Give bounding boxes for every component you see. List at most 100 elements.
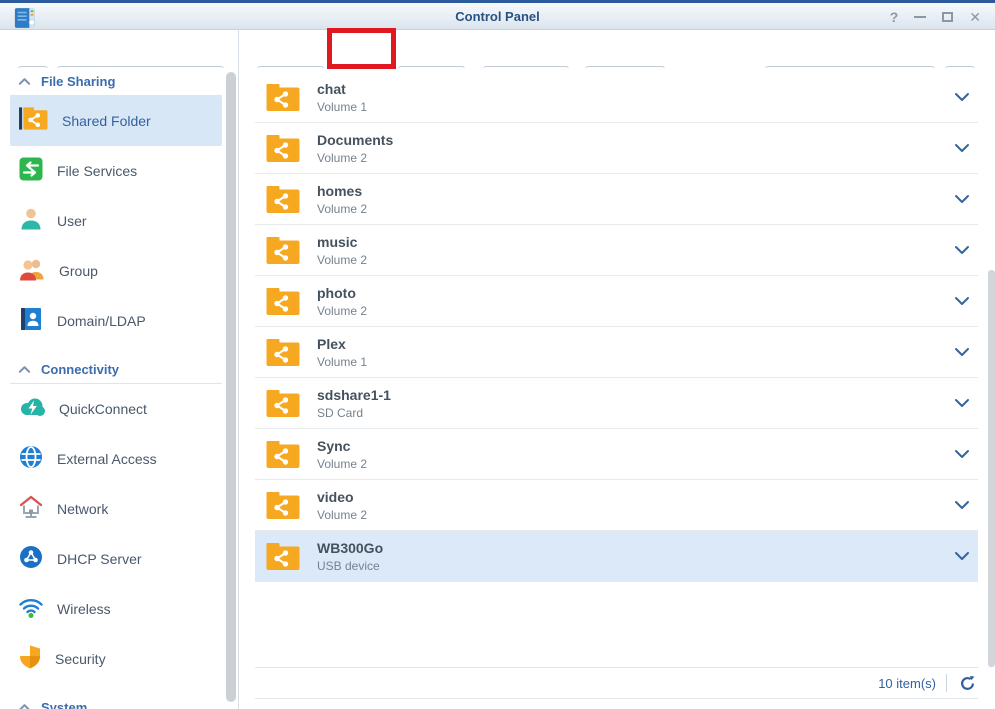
sidebar-item-label: DHCP Server (57, 551, 142, 567)
network-icon (18, 494, 44, 525)
sidebar-item-label: File Services (57, 163, 137, 179)
domain-ldap-icon (18, 306, 44, 337)
folder-text: chat Volume 1 (317, 81, 367, 114)
sidebar-item-quickconnect[interactable]: QuickConnect (10, 384, 222, 434)
sidebar-item-security[interactable]: Security (10, 634, 222, 684)
chevron-down-icon[interactable] (954, 143, 970, 153)
folder-location: Volume 2 (317, 253, 367, 267)
sidebar: File Sharing Shared Folder (0, 68, 238, 709)
maximize-icon[interactable] (942, 12, 953, 22)
sidebar-section-connectivity[interactable]: Connectivity (0, 356, 238, 383)
shared-folder-icon (265, 133, 301, 164)
folder-name: Sync (317, 438, 367, 454)
folder-location: Volume 2 (317, 304, 367, 318)
folder-name: photo (317, 285, 367, 301)
sidebar-item-label: Group (59, 263, 98, 279)
folder-location: Volume 1 (317, 100, 367, 114)
window-controls: ? ✕ (890, 3, 981, 30)
sidebar-item-external-access[interactable]: External Access (10, 434, 222, 484)
folder-location: USB device (317, 559, 383, 573)
section-label: System (41, 700, 87, 709)
toolbar: Create Edit Delete Encryption Action (0, 30, 995, 68)
chevron-down-icon[interactable] (954, 500, 970, 510)
refresh-button[interactable] (957, 673, 978, 694)
shared-folder-icon (265, 541, 301, 572)
chevron-down-icon[interactable] (954, 551, 970, 561)
titlebar: Control Panel ? ✕ (0, 0, 995, 30)
help-icon[interactable]: ? (890, 10, 899, 24)
shared-folder-icon (18, 105, 49, 137)
divider (946, 674, 947, 692)
folder-name: chat (317, 81, 367, 97)
close-icon[interactable]: ✕ (969, 10, 981, 24)
shared-folder-row[interactable]: sdshare1-1 SD Card (255, 378, 978, 429)
chevron-up-icon (18, 699, 31, 709)
sidebar-item-label: User (57, 213, 87, 229)
chevron-down-icon[interactable] (954, 347, 970, 357)
folder-location: Volume 2 (317, 151, 393, 165)
main-scrollbar[interactable] (988, 270, 995, 667)
refresh-icon (959, 675, 976, 692)
shared-folder-row[interactable]: photo Volume 2 (255, 276, 978, 327)
folder-text: Documents Volume 2 (317, 132, 393, 165)
sidebar-section-system[interactable]: System (0, 694, 238, 709)
file-services-icon (18, 156, 44, 187)
sidebar-section-file-sharing[interactable]: File Sharing (0, 68, 238, 95)
chevron-up-icon (18, 73, 31, 91)
external-access-icon (18, 444, 44, 475)
folder-location: Volume 1 (317, 355, 367, 369)
shared-folder-icon (265, 235, 301, 266)
sidebar-item-group[interactable]: Group (10, 246, 222, 296)
sidebar-item-domain-ldap[interactable]: Domain/LDAP (10, 296, 222, 346)
item-count: 10 item(s) (878, 676, 936, 691)
sidebar-scrollbar[interactable] (226, 72, 236, 702)
wireless-icon (18, 595, 44, 624)
sidebar-item-wireless[interactable]: Wireless (10, 584, 222, 634)
chevron-down-icon[interactable] (954, 194, 970, 204)
minimize-icon[interactable] (914, 16, 926, 18)
folder-name: WB300Go (317, 540, 383, 556)
shared-folder-panel: chat Volume 1 Documents Volume 2 (240, 68, 995, 709)
sidebar-item-label: Network (57, 501, 108, 517)
folder-name: homes (317, 183, 367, 199)
page-title: Control Panel (0, 9, 995, 24)
sidebar-item-dhcp-server[interactable]: DHCP Server (10, 534, 222, 584)
shared-folder-row[interactable]: video Volume 2 (255, 480, 978, 531)
chevron-down-icon[interactable] (954, 398, 970, 408)
folder-location: Volume 2 (317, 457, 367, 471)
divider (238, 30, 239, 709)
folder-location: Volume 2 (317, 508, 367, 522)
shared-folder-row[interactable]: Plex Volume 1 (255, 327, 978, 378)
folder-list: chat Volume 1 Documents Volume 2 (255, 72, 978, 582)
section-label: Connectivity (41, 362, 119, 377)
sidebar-item-label: QuickConnect (59, 401, 147, 417)
folder-name: sdshare1-1 (317, 387, 391, 403)
sidebar-item-label: Security (55, 651, 106, 667)
list-footer: 10 item(s) (255, 667, 978, 699)
folder-text: music Volume 2 (317, 234, 367, 267)
shared-folder-row[interactable]: chat Volume 1 (255, 72, 978, 123)
folder-text: WB300Go USB device (317, 540, 383, 573)
dhcp-server-icon (18, 544, 44, 575)
chevron-down-icon[interactable] (954, 296, 970, 306)
folder-location: SD Card (317, 406, 391, 420)
chevron-down-icon[interactable] (954, 92, 970, 102)
control-panel-window: Control Panel ? ✕ (0, 0, 995, 709)
shared-folder-icon (265, 286, 301, 317)
sidebar-item-network[interactable]: Network (10, 484, 222, 534)
folder-text: photo Volume 2 (317, 285, 367, 318)
shared-folder-row[interactable]: music Volume 2 (255, 225, 978, 276)
shared-folder-row[interactable]: Sync Volume 2 (255, 429, 978, 480)
shared-folder-row[interactable]: homes Volume 2 (255, 174, 978, 225)
section-label: File Sharing (41, 74, 115, 89)
shared-folder-icon (265, 439, 301, 470)
shared-folder-row[interactable]: WB300Go USB device (255, 531, 978, 582)
shared-folder-row[interactable]: Documents Volume 2 (255, 123, 978, 174)
sidebar-item-shared-folder[interactable]: Shared Folder (10, 96, 222, 146)
chevron-down-icon[interactable] (954, 449, 970, 459)
sidebar-item-user[interactable]: User (10, 196, 222, 246)
chevron-down-icon[interactable] (954, 245, 970, 255)
shared-folder-icon (265, 184, 301, 215)
folder-text: Plex Volume 1 (317, 336, 367, 369)
sidebar-item-file-services[interactable]: File Services (10, 146, 222, 196)
